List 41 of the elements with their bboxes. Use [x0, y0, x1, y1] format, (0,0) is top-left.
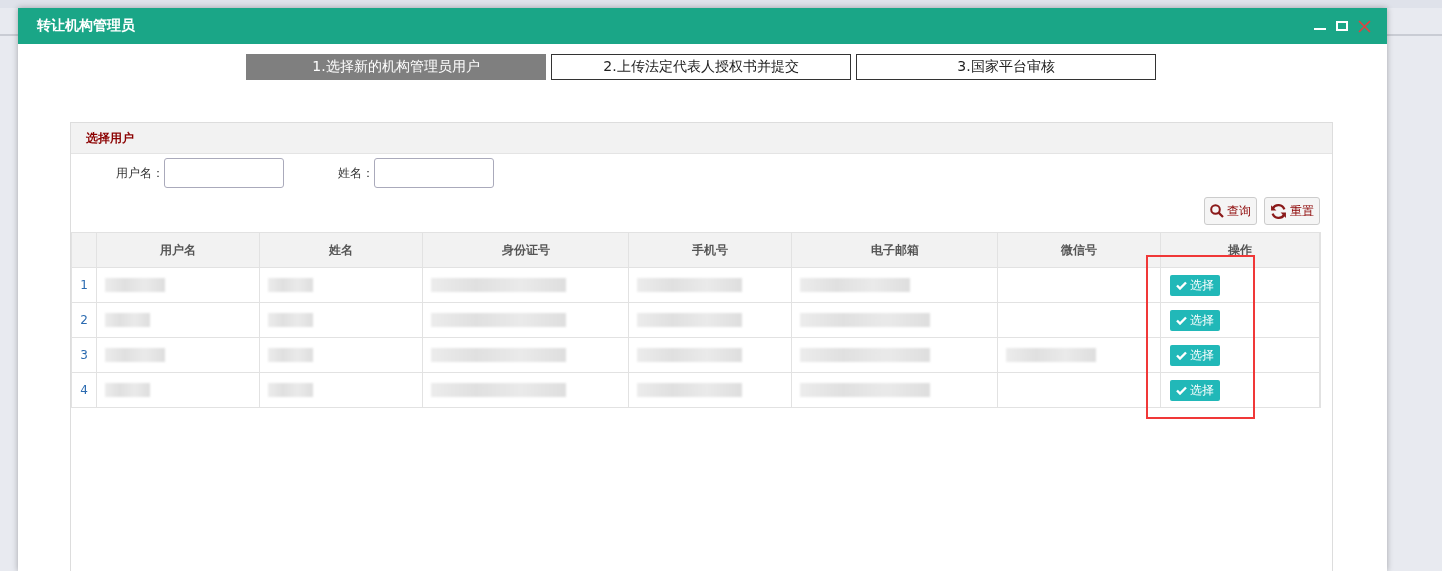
maximize-icon[interactable] [1336, 20, 1348, 32]
check-icon [1176, 350, 1187, 360]
blurred-text [105, 348, 165, 362]
blurred-text [268, 348, 313, 362]
column-header: 用户名 [96, 232, 260, 268]
column-header: 身份证号 [422, 232, 629, 268]
blurred-text [268, 383, 313, 397]
input-field[interactable] [374, 158, 494, 188]
input-field[interactable] [164, 158, 284, 188]
select-button[interactable]: 选择 [1170, 379, 1220, 401]
step-tab[interactable]: 1.选择新的机构管理员用户 [246, 54, 546, 80]
blurred-text [105, 313, 150, 327]
row-number: 3 [71, 337, 97, 373]
field-label: 姓名： [337, 164, 374, 182]
row-number: 4 [71, 372, 97, 408]
select-button[interactable]: 选择 [1170, 274, 1220, 296]
row-number: 2 [71, 302, 97, 338]
row-number: 1 [71, 267, 97, 303]
dialog-title: 转让机构管理员 [37, 17, 136, 35]
blurred-text [105, 383, 150, 397]
column-header: 电子邮箱 [791, 232, 998, 268]
check-icon [1176, 385, 1187, 395]
blurred-text [268, 313, 313, 327]
blurred-text [105, 278, 165, 292]
column-header: 姓名 [259, 232, 423, 268]
blurred-text [268, 278, 313, 292]
step-tab[interactable]: 3.国家平台审核 [856, 54, 1156, 80]
reset-button[interactable]: 重置 [1264, 197, 1320, 225]
step-tab[interactable]: 2.上传法定代表人授权书并提交 [551, 54, 851, 80]
panel-title: 选择用户 [86, 129, 134, 147]
column-header: 微信号 [997, 232, 1161, 268]
field-label: 用户名： [115, 164, 164, 182]
close-icon[interactable] [1358, 19, 1371, 33]
refresh-icon [1270, 202, 1287, 220]
search-button[interactable]: 查询 [1204, 197, 1257, 225]
select-button[interactable]: 选择 [1170, 344, 1220, 366]
select-button[interactable]: 选择 [1170, 309, 1220, 331]
search-icon [1210, 204, 1224, 218]
check-icon [1176, 280, 1187, 290]
check-icon [1176, 315, 1187, 325]
column-header: 手机号 [628, 232, 792, 268]
